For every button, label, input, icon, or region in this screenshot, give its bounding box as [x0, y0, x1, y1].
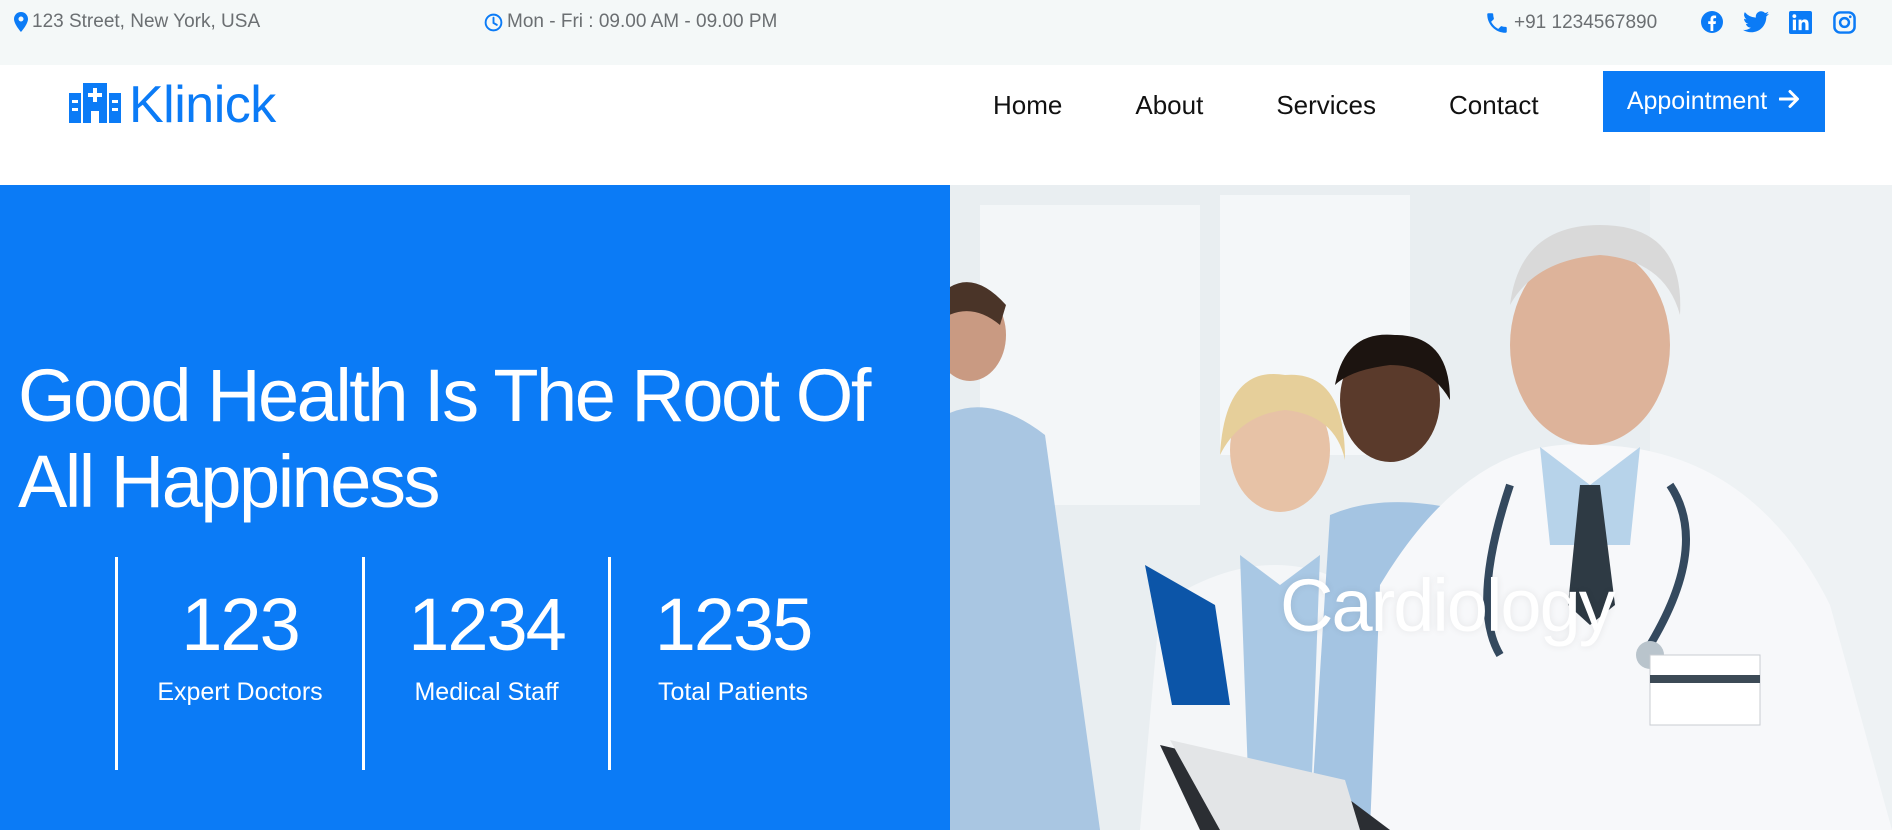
stat-label: Total Patients	[657, 678, 809, 706]
stat-label: Expert Doctors	[157, 678, 323, 706]
clock-icon	[484, 13, 503, 32]
nav-home[interactable]: Home	[993, 87, 1062, 123]
stats-row: 123 Expert Doctors 1234 Medical Staff 12…	[115, 557, 855, 770]
stat-total-patients: 1235 Total Patients	[608, 557, 855, 770]
address-text: 123 Street, New York, USA	[32, 11, 261, 32]
phone-icon	[1484, 10, 1510, 36]
map-marker-icon	[14, 12, 28, 32]
stat-expert-doctors: 123 Expert Doctors	[115, 557, 362, 770]
phone-text: +91 1234567890	[1514, 12, 1658, 33]
linkedin-icon[interactable]	[1787, 9, 1813, 35]
stat-value: 123	[181, 583, 300, 666]
top-info-bar: 123 Street, New York, USA Mon - Fri : 09…	[0, 0, 1892, 65]
hero-title-line2: All Happiness	[18, 440, 440, 523]
appointment-button[interactable]: Appointment	[1603, 71, 1825, 132]
nav-about[interactable]: About	[1135, 87, 1203, 123]
hero-carousel-slide: Cardiology	[950, 185, 1892, 830]
nav-services[interactable]: Services	[1276, 87, 1376, 123]
instagram-icon[interactable]	[1831, 9, 1857, 35]
hero-title: Good Health Is The Root Of All Happiness	[18, 353, 948, 525]
brand-name: Klinick	[129, 76, 276, 134]
opening-hours: Mon - Fri : 09.00 AM - 09.00 PM	[484, 10, 777, 34]
slide-caption: Cardiology	[1280, 564, 1616, 647]
main-navbar: Klinick Home About Services Contact Appo…	[0, 65, 1892, 185]
stat-medical-staff: 1234 Medical Staff	[362, 557, 608, 770]
appointment-label: Appointment	[1626, 87, 1768, 115]
hero-panel: Good Health Is The Root Of All Happiness…	[0, 185, 950, 830]
brand-logo[interactable]: Klinick	[69, 75, 276, 135]
stat-value: 1235	[654, 583, 814, 666]
hero-title-line1: Good Health Is The Root Of	[18, 354, 871, 437]
twitter-icon[interactable]	[1743, 9, 1769, 35]
phone-info[interactable]: +91 1234567890	[1484, 10, 1657, 36]
hours-text: Mon - Fri : 09.00 AM - 09.00 PM	[507, 11, 778, 32]
hospital-icon	[69, 82, 121, 128]
address-info: 123 Street, New York, USA	[14, 10, 260, 34]
stat-label: Medical Staff	[414, 678, 559, 706]
nav-contact[interactable]: Contact	[1449, 87, 1539, 123]
arrow-right-icon	[1778, 87, 1801, 116]
main-menu: Home About Services Contact	[993, 87, 1539, 123]
social-links	[1699, 9, 1857, 35]
facebook-icon[interactable]	[1699, 9, 1725, 35]
doctors-team-photo	[950, 185, 1892, 830]
stat-value: 1234	[408, 583, 567, 666]
